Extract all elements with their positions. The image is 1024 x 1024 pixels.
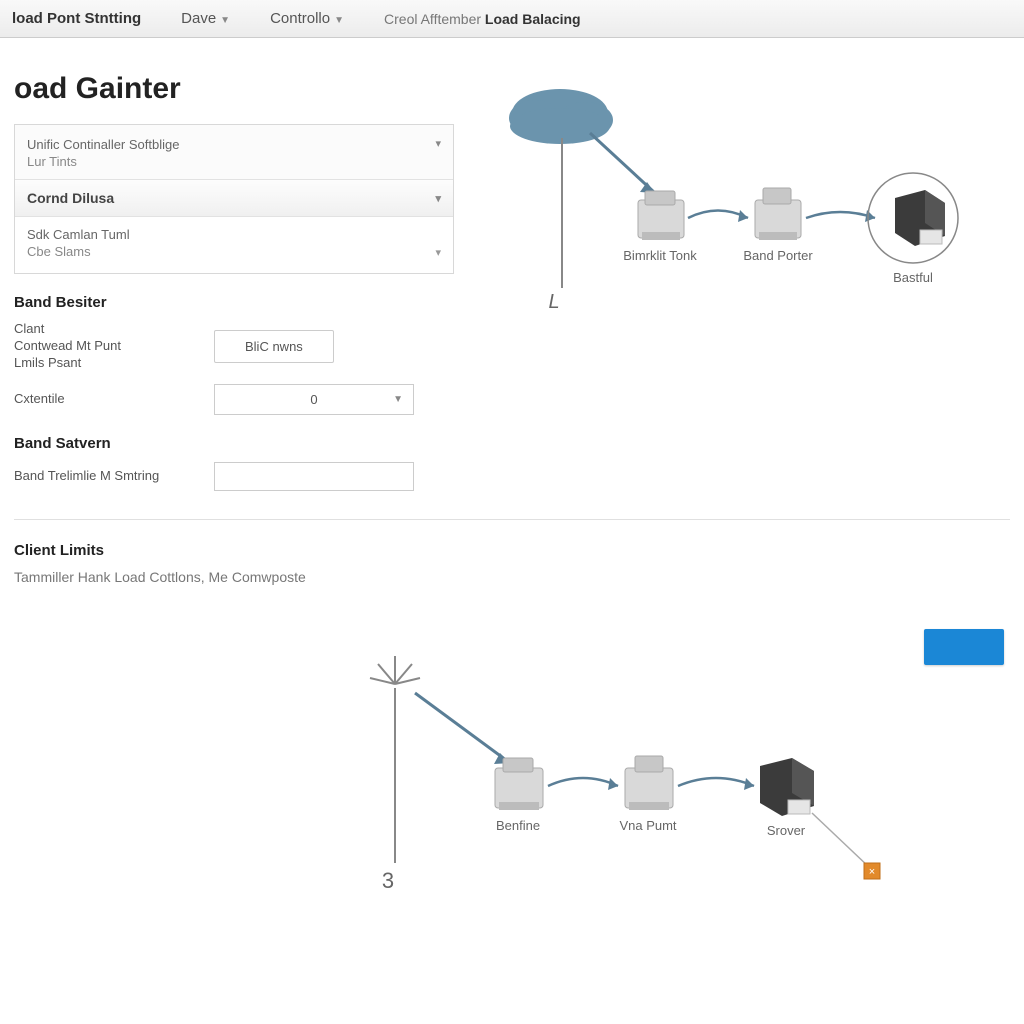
node-srover bbox=[760, 758, 814, 816]
form-row-client: Clant Contwead Mt Punt Lmils Psant BliC … bbox=[14, 321, 454, 372]
dropdown-icon: ▼ bbox=[334, 15, 344, 26]
settings-panel: Unific Continaller Softblige Lur Tints ▾… bbox=[14, 124, 454, 491]
accordion-line: Sdk Camlan Tuml bbox=[27, 225, 441, 244]
chevron-down-icon: ▼ bbox=[393, 394, 403, 405]
accordion-line: Unific Continaller Softblige bbox=[27, 135, 441, 154]
svg-text:×: × bbox=[869, 866, 875, 878]
primary-action-button[interactable] bbox=[924, 629, 1004, 665]
client-limits-desc: Tammiller Hank Load Cottlons, Me Comwpos… bbox=[14, 569, 1010, 585]
arrow bbox=[590, 133, 655, 193]
diagram-top: L Bimrklit Tonk Band Porter bbox=[450, 78, 1000, 328]
antenna-icon bbox=[370, 656, 420, 684]
accordion-header-2[interactable]: Cornd Dilusa ▾ bbox=[15, 180, 453, 217]
node-vna-pumt bbox=[625, 756, 673, 810]
blic-button[interactable]: BliC nwns bbox=[214, 330, 334, 363]
form-row-cxtentile: Cxtentile 0 ▼ bbox=[14, 384, 454, 415]
node-label: Bastful bbox=[893, 270, 933, 285]
select-value: 0 bbox=[310, 392, 317, 407]
accordion-title: Cornd Dilusa bbox=[27, 190, 114, 206]
form-label: Band Trelimlie M Smtring bbox=[14, 468, 214, 485]
breadcrumb: Creol Afftember Load Balacing bbox=[384, 11, 581, 27]
top-nav-bar: load Pont Stntting Dave▼ Controllo▼ Creo… bbox=[0, 0, 1024, 38]
node-label: Bimrklit Tonk bbox=[623, 248, 697, 263]
form-label: Cxtentile bbox=[14, 391, 214, 408]
node-bimrklit bbox=[638, 191, 684, 240]
accordion-line: Cbe Slams▾ bbox=[27, 244, 441, 259]
collapse-icon: ▾ bbox=[435, 192, 441, 205]
accordion-line: Lur Tints bbox=[27, 154, 441, 169]
connector-line bbox=[812, 813, 870, 868]
accordion-body-2: Sdk Camlan Tuml Cbe Slams▾ bbox=[15, 217, 453, 273]
form-row-trelimlie: Band Trelimlie M Smtring bbox=[14, 462, 454, 491]
node-label: Srover bbox=[767, 823, 806, 838]
dropdown-icon: ▼ bbox=[220, 15, 230, 26]
node-band-porter bbox=[755, 188, 801, 240]
collapse-icon: ▾ bbox=[435, 137, 441, 150]
divider bbox=[14, 519, 1010, 520]
antenna-label: 3 bbox=[382, 868, 394, 893]
client-limits-heading: Client Limits bbox=[14, 542, 1010, 559]
form-label: Clant Contwead Mt Punt Lmils Psant bbox=[14, 321, 214, 372]
accordion-header-1[interactable]: Unific Continaller Softblige Lur Tints ▾ bbox=[15, 125, 453, 180]
accordion-group-1: Unific Continaller Softblige Lur Tints ▾… bbox=[14, 124, 454, 274]
node-benfine bbox=[495, 758, 543, 810]
trelimlie-input[interactable] bbox=[214, 462, 414, 491]
diagram-bottom: 3 Benfine Vna Pumt bbox=[300, 638, 940, 918]
nav-item-dave[interactable]: Dave▼ bbox=[181, 10, 230, 27]
band-savern-heading: Band Satvern bbox=[14, 435, 454, 452]
node-label: Benfine bbox=[496, 818, 540, 833]
cloud-icon bbox=[509, 89, 613, 144]
nav-item-load-pont[interactable]: load Pont Stntting bbox=[12, 10, 141, 27]
node-bastful bbox=[895, 190, 945, 246]
node-label: Band Porter bbox=[743, 248, 813, 263]
cxtentile-select[interactable]: 0 ▼ bbox=[214, 384, 414, 415]
node-label: Vna Pumt bbox=[619, 818, 676, 833]
band-besiter-heading: Band Besiter bbox=[14, 294, 454, 311]
antenna-label: L bbox=[548, 291, 559, 313]
nav-item-controllo[interactable]: Controllo▼ bbox=[270, 10, 344, 27]
